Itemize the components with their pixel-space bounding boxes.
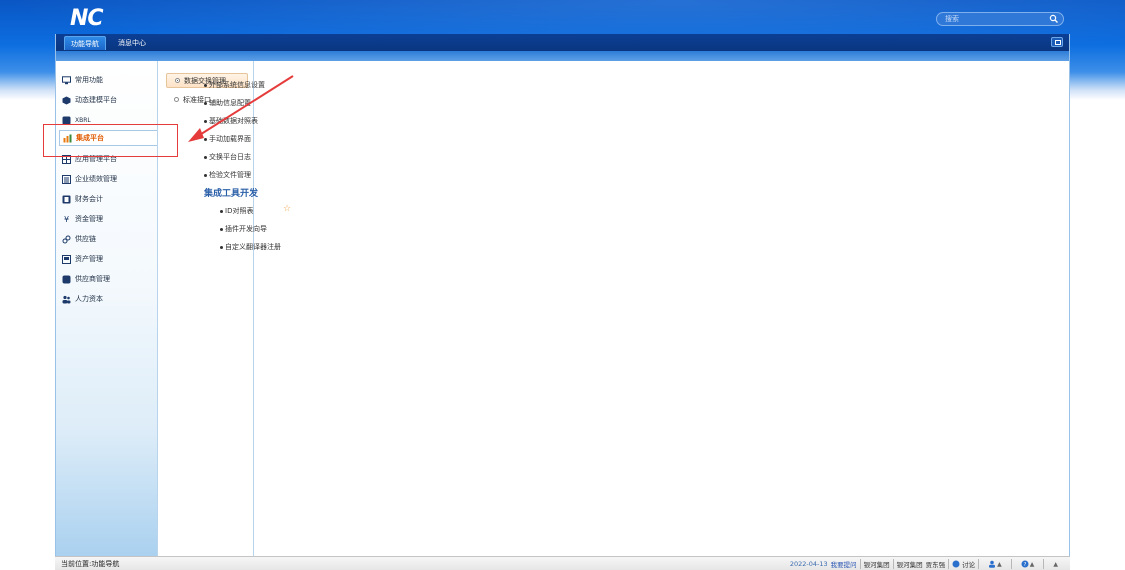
user-menu-button[interactable]: ▲ [982, 560, 1008, 568]
sidebar-item-label: XBRL [75, 116, 91, 124]
tab-message-center[interactable]: 消息中心 [112, 36, 152, 50]
sidebar-item-supplier[interactable]: 供应商管理 [62, 271, 158, 287]
annotation-highlight-box [43, 124, 178, 157]
sidebar-item-label: 资金管理 [75, 215, 103, 223]
search-box[interactable] [936, 12, 1064, 26]
tab-function-nav[interactable]: 功能导航 [64, 36, 106, 50]
bullet-icon [220, 227, 223, 231]
sidebar-item-label: 常用功能 [75, 76, 103, 84]
divider [978, 559, 980, 569]
link-plugin-wizard[interactable]: 插件开发向导 [220, 224, 267, 234]
discuss-button[interactable]: 讨论 [952, 559, 975, 569]
bullet-icon [204, 83, 207, 87]
chart-box-icon [62, 174, 71, 184]
link-verify-file[interactable]: 检验文件管理 [204, 170, 251, 180]
divider [892, 559, 894, 569]
sidebar-item-label: 人力资本 [75, 295, 103, 303]
sidebar-item-assets[interactable]: 资产管理 [62, 251, 158, 267]
bullet-icon [204, 119, 207, 123]
sidebar-item-label: 企业绩效管理 [75, 175, 117, 183]
link-base-data-map[interactable]: 基础数据对照表 [204, 116, 258, 126]
supplier-icon [62, 275, 71, 284]
cube-icon [62, 96, 71, 105]
asset-icon [62, 254, 71, 264]
sidebar-item-label: 供应链 [75, 235, 96, 243]
divider [948, 559, 950, 569]
sidebar-item-common[interactable]: 常用功能 [62, 72, 158, 88]
sidebar-item-label: 资产管理 [75, 255, 103, 263]
svg-text:?: ? [1023, 562, 1026, 568]
bullet-icon [204, 137, 207, 141]
restore-window-icon[interactable] [1051, 37, 1063, 47]
status-right-group: 2022-04-13 我要提问 银河集团 银河集团 贾东强 讨论 ▲ ? ▲ ▲ [790, 557, 1064, 570]
radio-icon [174, 97, 179, 102]
bullet-icon [220, 245, 223, 249]
current-location: 当前位置:功能导航 [61, 560, 120, 568]
sidebar-item-hr[interactable]: 人力资本 [62, 291, 158, 307]
link-custom-translator[interactable]: 自定义翻译器注册 [220, 242, 281, 252]
status-bar: 当前位置:功能导航 2022-04-13 我要提问 银河集团 银河集团 贾东强 … [55, 556, 1070, 570]
bullet-icon [204, 101, 207, 105]
bullet-icon [204, 173, 207, 177]
radio-icon [175, 78, 180, 83]
status-date: 2022-04-13 [789, 560, 828, 568]
org-name: 银河集团 [896, 561, 923, 569]
link-id-map[interactable]: ID对照表 [220, 206, 253, 216]
divider [1043, 559, 1045, 569]
yen-icon: ¥ [63, 214, 70, 224]
monitor-icon [62, 75, 71, 85]
sidebar-item-funds[interactable]: ¥ 资金管理 [62, 211, 158, 227]
sidebar-item-dynamic-modeling[interactable]: 动态建模平台 [62, 92, 158, 108]
help-menu-button[interactable]: ? ▲ [1015, 560, 1041, 568]
search-input[interactable] [945, 14, 1045, 24]
help-icon: ? [1021, 560, 1029, 568]
chevron-up-icon: ▲ [1029, 560, 1035, 568]
bullet-icon [204, 155, 207, 159]
link-external-system[interactable]: 外部系统信息设置 [204, 80, 265, 90]
link-exchange-log[interactable]: 交换平台日志 [204, 152, 251, 162]
divider [859, 559, 861, 569]
globe-icon [952, 560, 960, 568]
divider [1010, 559, 1012, 569]
chevron-up-icon: ▲ [997, 560, 1002, 568]
bullet-icon [220, 209, 223, 213]
expand-menu-button[interactable]: ▲ [1047, 561, 1064, 568]
link-icon [62, 235, 71, 244]
sidebar-item-label: 供应商管理 [75, 275, 110, 283]
chevron-up-icon: ▲ [1053, 560, 1058, 568]
search-icon[interactable] [1049, 14, 1059, 24]
ledger-icon [62, 195, 71, 204]
user-name: 贾东强 [925, 561, 946, 569]
link-aux-config[interactable]: 辅助信息配置 [204, 98, 251, 108]
user-icon [989, 560, 996, 568]
group-name: 银河集团 [863, 561, 890, 569]
sidebar-item-performance[interactable]: 企业绩效管理 [62, 171, 158, 187]
link-manual-load[interactable]: 手动加载界面 [204, 134, 251, 144]
discuss-label: 讨论 [962, 561, 976, 569]
feedback-link[interactable]: 我要提问 [831, 559, 857, 569]
sidebar-item-label: 动态建模平台 [75, 96, 117, 104]
sidebar-item-label: 财务会计 [75, 195, 103, 203]
section-title-integration-tools: 集成工具开发 [204, 189, 259, 199]
people-icon [62, 295, 71, 304]
sidebar-item-finance[interactable]: 财务会计 [62, 191, 158, 207]
sidebar-item-supply-chain[interactable]: 供应链 [62, 231, 158, 247]
function-content: 外部系统信息设置 辅助信息配置 基础数据对照表 手动加载界面 交换平台日志 检验… [204, 44, 704, 251]
star-favorite-icon[interactable]: ☆ [283, 204, 291, 214]
nc-logo: NC [70, 6, 104, 31]
